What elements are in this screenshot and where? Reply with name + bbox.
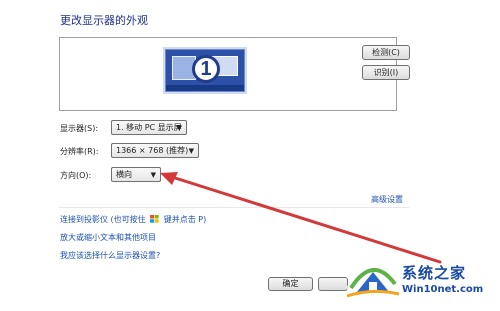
watermark-site-name: 系统之家 [402,264,467,282]
watermark-logo-icon [346,267,400,300]
watermark-url: Win10net.com [402,284,484,295]
